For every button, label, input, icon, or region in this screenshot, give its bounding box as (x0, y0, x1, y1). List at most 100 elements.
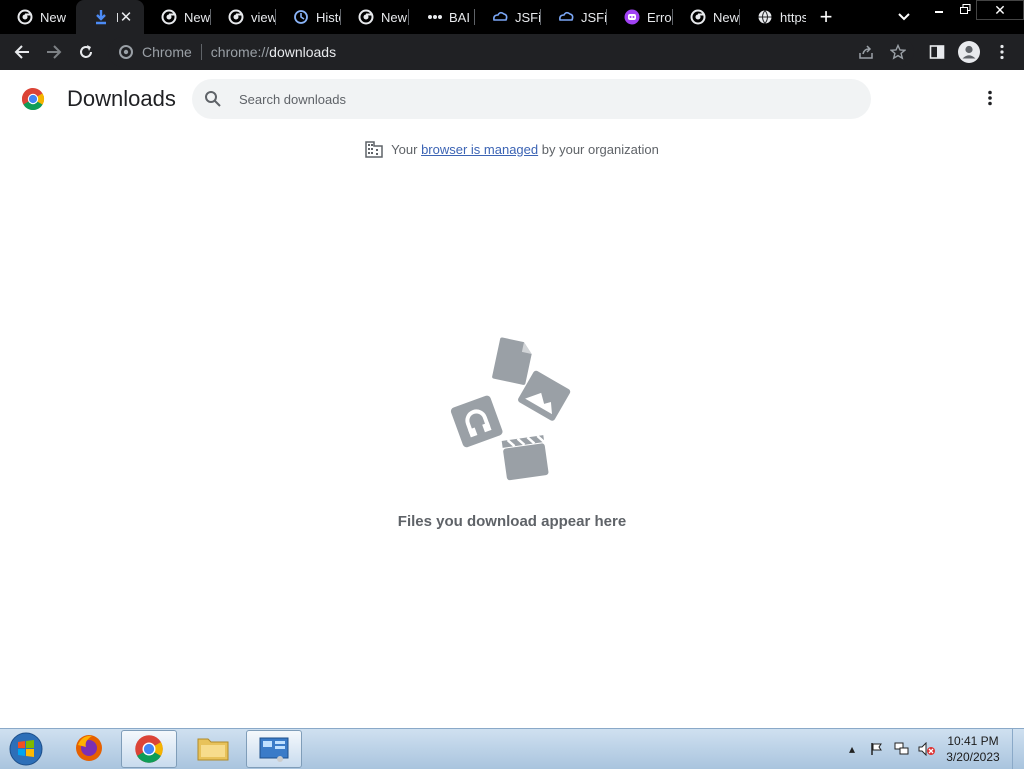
side-panel-icon (929, 45, 945, 59)
chrome-icon (161, 9, 177, 25)
tab[interactable]: New (673, 0, 740, 34)
minimize-button[interactable] (926, 0, 952, 18)
tab[interactable]: view- (211, 0, 276, 34)
reload-icon (80, 45, 92, 58)
kebab-menu-icon (1000, 44, 1004, 60)
tab-title: New (381, 9, 408, 25)
folder-icon (197, 738, 229, 761)
page-title: Downloads (67, 86, 176, 111)
chevron-down-icon (898, 13, 910, 21)
taskbar-chrome[interactable] (121, 730, 177, 768)
url-host: downloads (269, 44, 337, 60)
forward-arrow-icon (47, 45, 62, 59)
kebab-menu-icon (988, 90, 992, 106)
jsfiddle-icon (492, 9, 508, 25)
star-icon (890, 44, 906, 60)
tab[interactable]: New (341, 0, 409, 34)
tab-title: view- (251, 9, 276, 25)
taskbar-control-panel[interactable] (246, 730, 302, 768)
bookmark-button[interactable] (884, 38, 912, 66)
downloads-header: Downloads (0, 70, 1024, 128)
chrome-icon (135, 735, 163, 763)
share-button[interactable] (852, 38, 880, 66)
url-scheme: chrome:// (210, 44, 270, 60)
chrome-icon (358, 9, 374, 25)
network-icon[interactable] (892, 739, 912, 759)
url-text: chrome://downloads (211, 44, 336, 60)
action-center-flag-icon[interactable] (867, 739, 887, 759)
tab-title: New (40, 9, 67, 25)
clock-time: 10:41 PM (947, 734, 999, 748)
windows-taskbar: ▴ 10:41 PM 3/20/2023 (0, 728, 1024, 769)
tab[interactable]: New (144, 0, 211, 34)
building-icon (365, 141, 383, 158)
side-panel-button[interactable] (923, 38, 951, 66)
close-icon: ✕ (994, 1, 1006, 18)
empty-downloads-message: Files you download appear here (397, 513, 627, 530)
address-bar[interactable]: Chrome chrome://downloads (108, 37, 914, 67)
more-actions-button[interactable] (978, 86, 1002, 110)
chrome-icon (690, 9, 706, 25)
control-panel-icon (259, 737, 289, 762)
managed-prefix: Your (391, 141, 418, 157)
chrome-icon (17, 9, 33, 25)
tab-title: Histo (316, 9, 341, 25)
bai-icon (426, 9, 442, 25)
managed-browser-notice: Your browser is managed by your organiza… (0, 140, 1024, 158)
chrome-site-icon (118, 44, 134, 60)
system-clock[interactable]: 10:41 PM 3/20/2023 (940, 733, 1006, 765)
document-icon (492, 337, 532, 385)
chrome-menu-button[interactable] (988, 38, 1016, 66)
chrome-logo-icon (22, 88, 44, 110)
site-chip: Chrome (142, 44, 192, 60)
tab[interactable]: JSFid (541, 0, 607, 34)
reload-button[interactable] (72, 38, 100, 66)
tab-title: New (184, 9, 211, 25)
profile-button[interactable] (955, 38, 983, 66)
tab[interactable]: Error (607, 0, 673, 34)
windows-logo-icon (9, 732, 43, 766)
tab[interactable]: D✕ (76, 0, 144, 34)
omnibox-divider (200, 44, 202, 60)
tab-close-icon[interactable]: ✕ (118, 9, 134, 26)
tab-title: BAI C (449, 9, 475, 25)
search-icon (205, 91, 221, 107)
window-close-button[interactable]: ✕ (976, 0, 1024, 20)
video-icon (501, 435, 549, 481)
tab-search-button[interactable] (893, 7, 915, 27)
chrome-icon (228, 9, 244, 25)
minimize-icon (935, 11, 943, 13)
search-downloads-box[interactable] (192, 79, 871, 119)
search-input[interactable] (237, 90, 801, 108)
history-icon (293, 9, 309, 25)
jsfiddle-icon (558, 9, 574, 25)
tab-title: Error (647, 9, 673, 25)
bot-icon (624, 9, 640, 25)
taskbar-file-explorer[interactable] (186, 730, 240, 766)
system-tray: ▴ (842, 729, 942, 769)
share-icon (859, 45, 873, 59)
avatar-icon (958, 41, 980, 63)
taskbar-firefox[interactable] (62, 730, 116, 766)
show-desktop-button[interactable] (1012, 729, 1024, 769)
clock-date: 3/20/2023 (946, 750, 1000, 764)
plus-icon: + (819, 4, 833, 29)
restore-icon (959, 3, 970, 14)
tab-title: New (713, 9, 740, 25)
empty-downloads-illustration (450, 337, 571, 481)
restore-button[interactable] (952, 0, 978, 18)
tab[interactable]: https (740, 0, 806, 34)
new-tab-button[interactable]: + (814, 4, 838, 29)
tab[interactable]: JSFid (475, 0, 541, 34)
app-icon (450, 395, 503, 448)
start-button[interactable] (6, 731, 46, 767)
tab[interactable]: BAI C (409, 0, 475, 34)
tab[interactable]: Histo (276, 0, 341, 34)
tab[interactable]: New (0, 0, 76, 34)
show-hidden-icons-arrow-icon[interactable]: ▴ (842, 739, 862, 759)
browser-managed-link[interactable]: browser is managed (421, 142, 538, 157)
volume-muted-icon[interactable] (917, 739, 937, 759)
forward-button[interactable] (40, 38, 68, 66)
back-button[interactable] (8, 38, 36, 66)
tab-title: JSFid (581, 9, 607, 25)
